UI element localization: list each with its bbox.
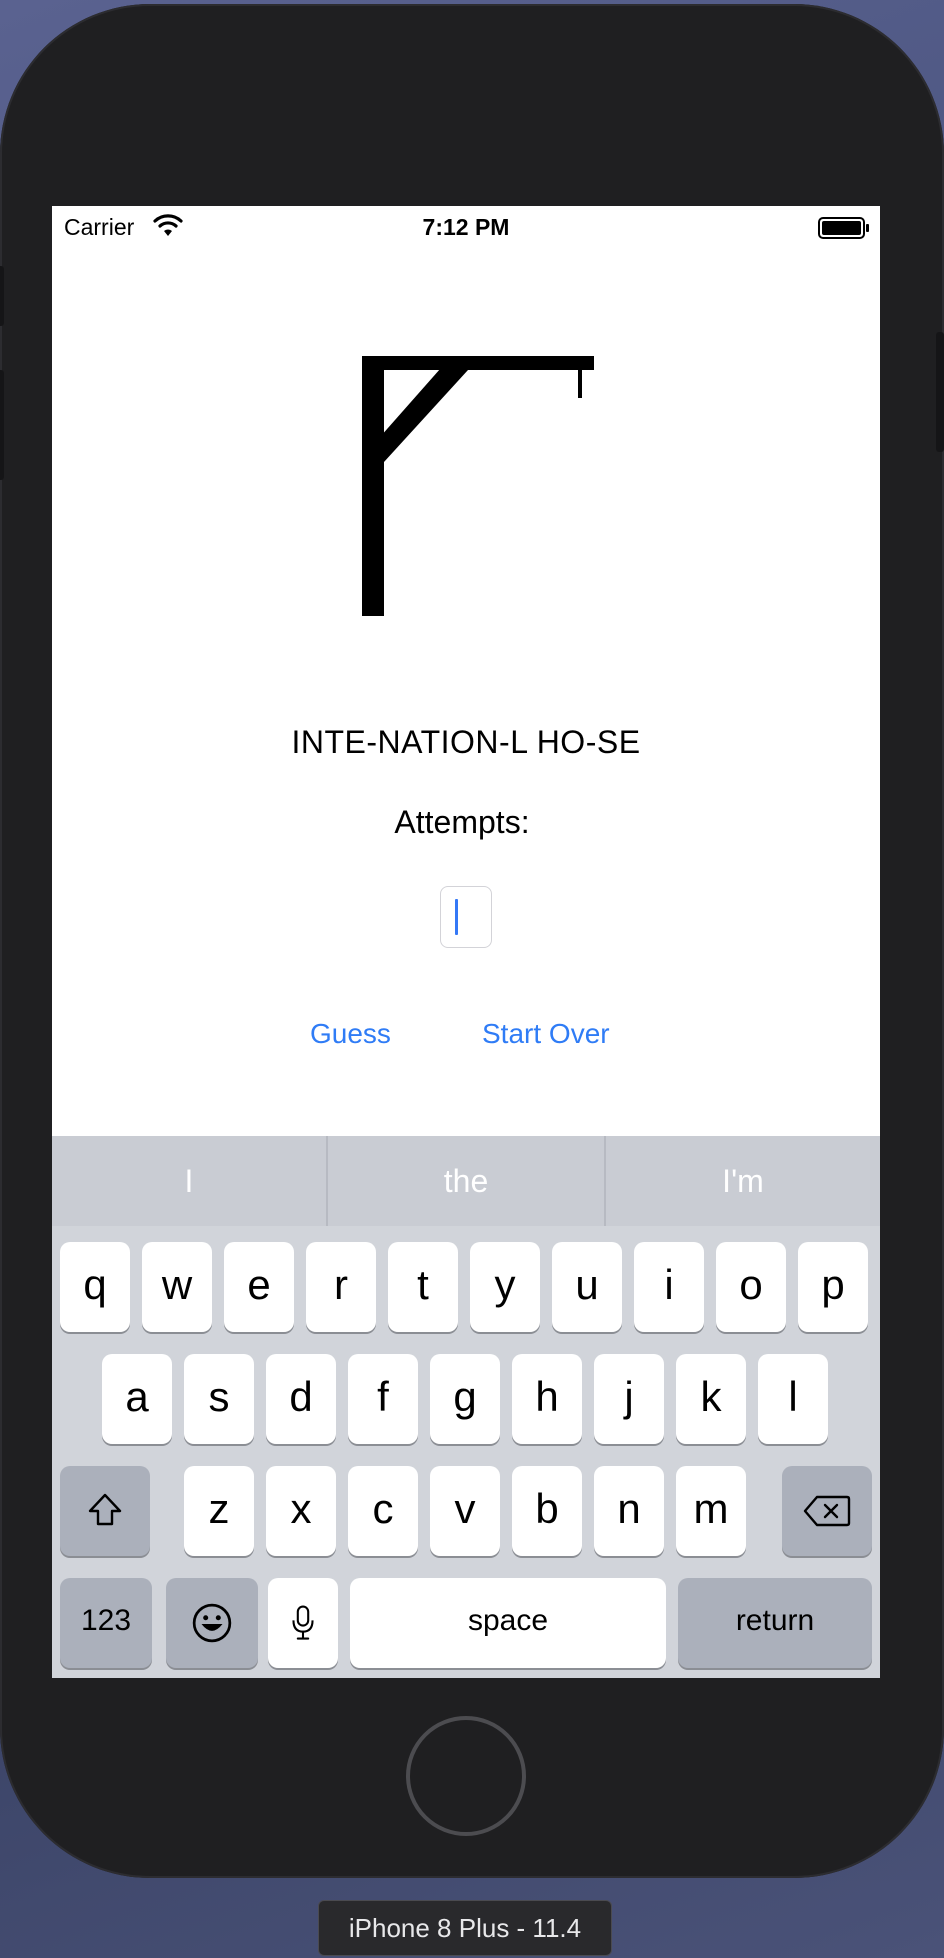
attempts-label: Attempts: [394, 804, 530, 840]
key-t[interactable]: t [388, 1242, 458, 1332]
shift-key[interactable] [60, 1466, 150, 1556]
microphone-icon [292, 1605, 314, 1640]
volume-down-button [0, 370, 4, 480]
key-x[interactable]: x [266, 1466, 336, 1556]
key-n[interactable]: n [594, 1466, 664, 1556]
return-key[interactable]: return [678, 1578, 872, 1668]
key-p[interactable]: p [798, 1242, 868, 1332]
text-cursor [455, 899, 458, 935]
key-w[interactable]: w [142, 1242, 212, 1332]
key-b[interactable]: b [512, 1466, 582, 1556]
masked-word: INTE-NATION-L HO-SE [291, 724, 641, 760]
key-g[interactable]: g [430, 1354, 500, 1444]
delete-key[interactable] [782, 1466, 872, 1556]
power-button [936, 332, 944, 452]
dictation-key[interactable] [268, 1578, 338, 1668]
shift-arrow-icon [88, 1493, 122, 1526]
hangman-gallows-image [362, 356, 594, 616]
status-bar: Carrier 7:12 PM [52, 206, 880, 250]
simulator-device-label: iPhone 8 Plus - 11.4 [318, 1900, 612, 1956]
key-f[interactable]: f [348, 1354, 418, 1444]
key-z[interactable]: z [184, 1466, 254, 1556]
key-a[interactable]: a [102, 1354, 172, 1444]
key-y[interactable]: y [470, 1242, 540, 1332]
guess-button[interactable]: Guess [310, 1018, 391, 1050]
battery-icon [818, 217, 869, 239]
start-over-button[interactable]: Start Over [482, 1018, 610, 1050]
key-m[interactable]: m [676, 1466, 746, 1556]
guess-input[interactable] [440, 886, 492, 948]
key-i[interactable]: i [634, 1242, 704, 1332]
clock: 7:12 PM [422, 214, 510, 240]
emoji-smiley-icon [192, 1603, 232, 1643]
space-key[interactable]: space [350, 1578, 666, 1668]
key-k[interactable]: k [676, 1354, 746, 1444]
key-d[interactable]: d [266, 1354, 336, 1444]
key-c[interactable]: c [348, 1466, 418, 1556]
key-q[interactable]: q [60, 1242, 130, 1332]
numbers-key[interactable]: 123 [60, 1578, 152, 1668]
key-h[interactable]: h [512, 1354, 582, 1444]
key-e[interactable]: e [224, 1242, 294, 1332]
key-o[interactable]: o [716, 1242, 786, 1332]
iphone-screen: Carrier 7:12 PM INTE-NATION-L HO-SE Atte… [52, 206, 880, 1678]
suggestion-item[interactable]: I'm [606, 1136, 880, 1226]
suggestion-item[interactable]: I [52, 1136, 326, 1226]
key-v[interactable]: v [430, 1466, 500, 1556]
key-u[interactable]: u [552, 1242, 622, 1332]
key-r[interactable]: r [306, 1242, 376, 1332]
suggestion-item[interactable]: the [328, 1136, 604, 1226]
key-l[interactable]: l [758, 1354, 828, 1444]
backspace-icon [803, 1495, 851, 1527]
on-screen-keyboard: I the I'm q w e r t y u i o p a s d f g … [52, 1136, 880, 1678]
volume-up-button [0, 266, 4, 326]
key-s[interactable]: s [184, 1354, 254, 1444]
predictive-bar: I the I'm [52, 1136, 880, 1226]
key-j[interactable]: j [594, 1354, 664, 1444]
emoji-key[interactable] [166, 1578, 258, 1668]
home-button[interactable] [406, 1716, 526, 1836]
